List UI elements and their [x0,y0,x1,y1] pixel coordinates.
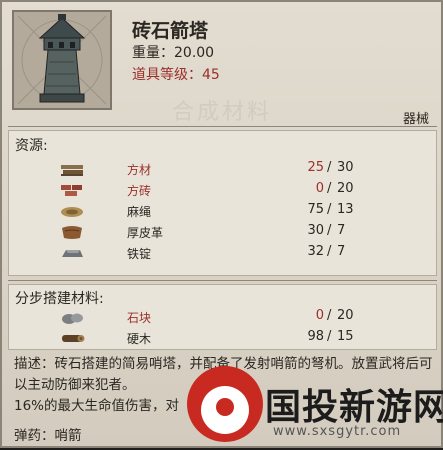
build-materials-section: 分步搭建材料: 石块 0/ 20 硬木 98/ 15 [8,284,437,350]
divider [8,126,437,127]
material-row: 厚皮革 30/ 7 [9,222,436,242]
material-have-count: 0 [315,308,324,323]
resources-section: 资源: 方材 25/30 方砖 0/20 麻绳 75/13 厚皮革 30/7 铁锭 32/7 [8,130,437,276]
item-level: 道具等级：45 [132,64,220,84]
rope-icon [59,203,85,219]
background-watermark-text: 合成材料 [172,100,273,125]
site-watermark-logo: 国投新游网 www.sxsgytr.com [187,360,443,450]
level-value: 45 [202,67,220,83]
material-need-count: 13 [337,202,354,217]
material-have-count: 30 [307,223,324,238]
material-row: 方砖 0/ 20 [9,180,436,200]
logo-icon [187,366,263,442]
material-need-count: 20 [337,308,354,323]
material-name: 铁锭 [127,247,152,261]
item-tooltip: 砖石箭塔 重量：20.00 道具等级：45 合成材料 器械 资源: 方材 25/3… [0,0,443,448]
material-name: 麻绳 [127,205,152,219]
divider [8,280,437,281]
count-separator: / [327,202,332,217]
ammo-value: 哨箭 [54,428,82,444]
material-have-count: 25 [307,160,324,175]
item-category: 器械 [402,112,429,127]
material-have-count: 0 [315,181,324,196]
iron-ingot-icon [59,245,85,261]
material-have-count: 75 [307,202,324,217]
material-name: 硬木 [127,332,152,346]
material-row: 方材 25/ 30 [9,159,436,179]
logo-url: www.sxsgytr.com [273,424,402,439]
count-separator: / [327,223,332,238]
hardwood-icon [59,330,85,346]
material-name: 方砖 [127,184,152,198]
logo-brand-name: 国投新游网 [265,387,443,428]
stone-arrow-tower-icon [12,10,112,110]
count-separator: / [327,160,332,175]
ammo-line: 弹药：哨箭 [14,424,82,444]
material-name: 方材 [127,163,152,177]
material-name: 石块 [127,311,152,325]
item-title: 砖石箭塔 [132,20,209,42]
build-materials-title: 分步搭建材料: [15,291,104,307]
stone-icon [59,309,85,325]
material-need-count: 7 [337,223,346,238]
material-need-count: 20 [337,181,354,196]
material-row: 硬木 98/ 15 [9,328,436,348]
count-separator: / [327,308,332,323]
leather-icon [59,224,85,240]
level-label: 道具等级： [132,67,202,83]
ammo-label: 弹药： [14,428,55,444]
material-need-count: 15 [337,329,354,344]
item-weight: 重量：20.00 [132,42,214,62]
material-row: 麻绳 75/ 13 [9,201,436,221]
item-header: 砖石箭塔 重量：20.00 道具等级：45 合成材料 器械 [2,2,441,127]
material-need-count: 7 [337,244,346,259]
count-separator: / [327,244,332,259]
bricks-icon [59,182,85,198]
material-need-count: 30 [337,160,354,175]
planks-icon [59,161,85,177]
material-have-count: 98 [307,329,324,344]
count-separator: / [327,181,332,196]
count-separator: / [327,329,332,344]
material-have-count: 32 [307,244,324,259]
material-row: 铁锭 32/ 7 [9,243,436,263]
material-row: 石块 0/ 20 [9,307,436,327]
material-name: 厚皮革 [127,226,164,240]
resources-title: 资源: [15,138,48,154]
weight-label: 重量： [132,45,174,61]
weight-value: 20.00 [174,45,215,61]
